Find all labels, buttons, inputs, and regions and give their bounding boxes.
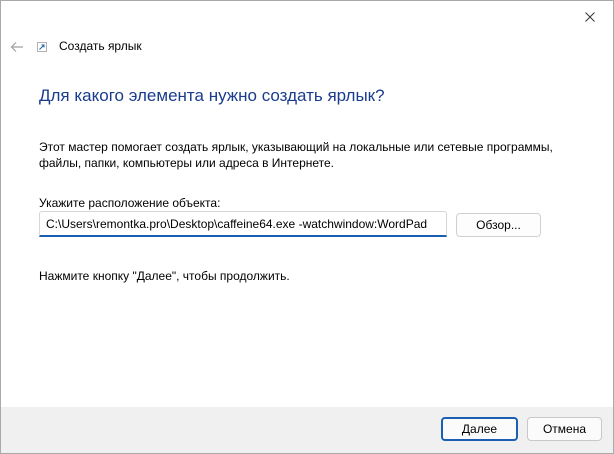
close-button[interactable] [567,1,613,33]
arrow-left-icon [10,42,23,52]
close-icon [585,12,595,22]
back-button[interactable] [7,37,27,57]
create-shortcut-dialog: Создать ярлык Для какого элемента нужно … [0,0,614,454]
browse-button[interactable]: Обзор... [456,213,541,237]
next-button[interactable]: Далее [441,417,518,441]
shortcut-icon [37,42,47,52]
location-label: Укажите расположение объекта: [39,196,221,210]
cancel-button[interactable]: Отмена [527,417,602,441]
location-input[interactable] [39,211,447,237]
next-hint: Нажмите кнопку "Далее", чтобы продолжить… [39,269,290,283]
dialog-footer: Далее Отмена [1,407,613,453]
wizard-description: Этот мастер помогает создать ярлык, указ… [39,140,553,170]
page-heading: Для какого элемента нужно создать ярлык? [39,86,385,105]
wizard-title: Создать ярлык [59,39,142,53]
